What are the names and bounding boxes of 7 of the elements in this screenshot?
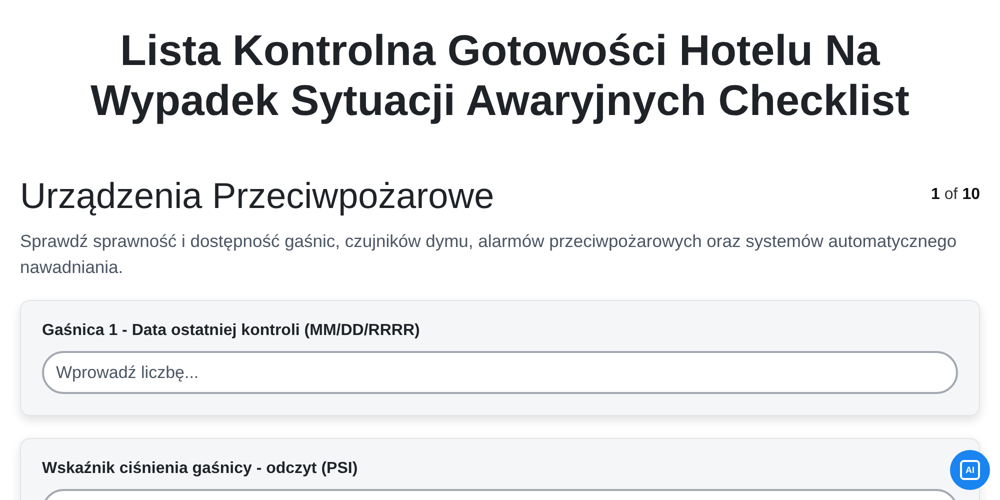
section-description: Sprawdź sprawność i dostępność gaśnic, czujników dymu, alarmów przeciwpożarowych oraz systemów automatycznego nawadniania.: [20, 230, 958, 279]
section-heading: Urządzenia Przeciwpożarowe: [20, 174, 494, 218]
input-field[interactable]: Wprowadź liczbę...: [42, 351, 958, 394]
question-label: Wskaźnik ciśnienia gaśnicy - odczyt (PSI): [42, 460, 359, 478]
step-counter: 1 of 10: [931, 186, 980, 204]
question-label: Gaśnica 1 - Data ostatniej kontroli (MM/DD/RRRR): [42, 322, 421, 340]
page-title: Lista Kontrolna Gotowości Hotelu Na Wypadek Sytuacji Awaryjnych Checklist: [90, 26, 910, 126]
